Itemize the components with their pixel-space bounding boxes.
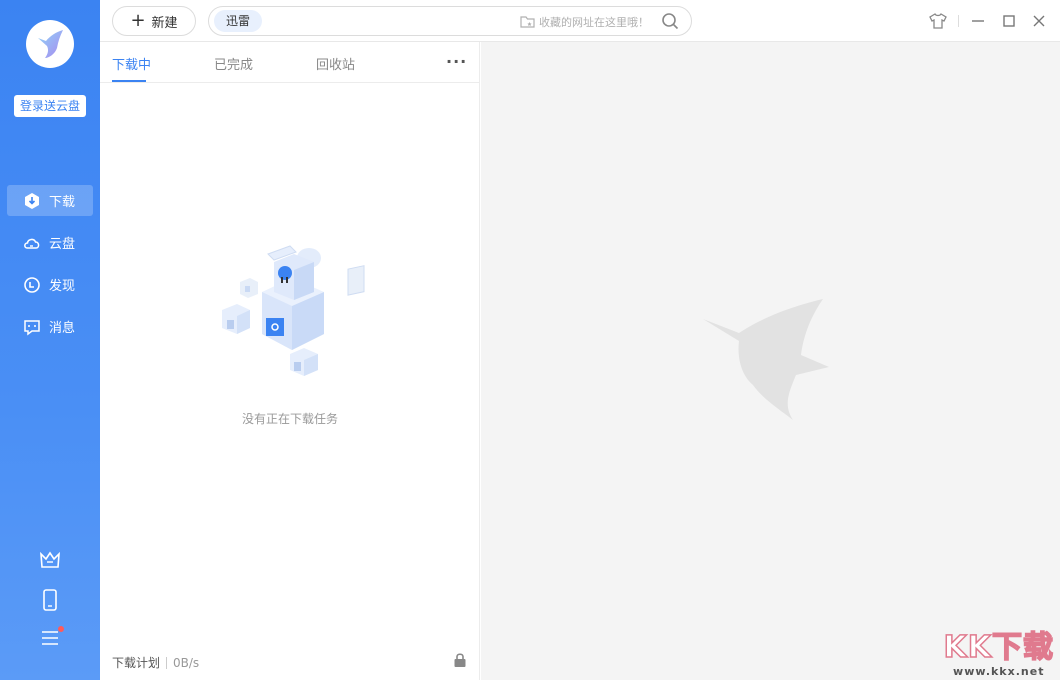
download-panel: 下载中 已完成 回收站 ··· 没有正在下载任务 下载计划 0B/s bbox=[100, 42, 480, 680]
nav-label-discover: 发现 bbox=[49, 279, 76, 294]
empty-state-text: 没有正在下载任务 bbox=[241, 412, 338, 426]
new-task-label: 新建 bbox=[151, 15, 178, 31]
watermark-title: KK下载 bbox=[943, 630, 1054, 666]
tab-downloading[interactable]: 下载中 bbox=[112, 54, 151, 73]
tab-completed[interactable]: 已完成 bbox=[214, 54, 253, 73]
search-icon[interactable] bbox=[661, 12, 679, 30]
avatar[interactable] bbox=[26, 20, 74, 68]
tab-recycle-bin[interactable]: 回收站 bbox=[316, 54, 355, 73]
cloud-icon bbox=[23, 234, 41, 252]
maximize-button[interactable] bbox=[999, 11, 1019, 31]
nav-item-download[interactable]: 下载 bbox=[7, 185, 93, 216]
vip-crown-button[interactable] bbox=[38, 548, 62, 572]
active-tab-indicator bbox=[112, 80, 146, 82]
tshirt-icon bbox=[929, 13, 947, 29]
sidebar: 登录送云盘 下载 云盘 发现 消息 bbox=[0, 0, 100, 680]
topbar: + 新建 迅雷 收藏的网址在这里哦！ bbox=[100, 0, 1060, 42]
search-hint[interactable]: 收藏的网址在这里哦！ bbox=[520, 14, 649, 30]
download-icon bbox=[23, 192, 41, 210]
download-speed: 0B/s bbox=[173, 655, 200, 670]
more-options-button[interactable]: ··· bbox=[446, 52, 467, 71]
main-menu-button[interactable] bbox=[38, 626, 64, 650]
mobile-button[interactable] bbox=[38, 588, 62, 612]
lock-icon[interactable] bbox=[453, 652, 467, 668]
window-controls-divider bbox=[958, 15, 959, 27]
nav-label-cloud: 云盘 bbox=[49, 237, 76, 252]
menu-icon bbox=[42, 631, 58, 645]
discover-icon bbox=[23, 276, 41, 294]
download-tabs: 下载中 已完成 回收站 ··· bbox=[100, 42, 480, 83]
detail-area: KK下载 www.kkx.net bbox=[481, 42, 1060, 680]
nav-item-message[interactable]: 消息 bbox=[7, 311, 93, 342]
search-bar[interactable]: 迅雷 收藏的网址在这里哦！ bbox=[208, 6, 692, 36]
watermark-url: www.kkx.net bbox=[953, 665, 1045, 678]
nav-item-cloud[interactable]: 云盘 bbox=[7, 227, 93, 258]
notification-dot bbox=[58, 626, 64, 632]
search-hint-text: 收藏的网址在这里哦！ bbox=[539, 16, 649, 29]
login-button[interactable]: 登录送云盘 bbox=[14, 95, 86, 117]
folder-star-icon bbox=[520, 16, 535, 28]
plus-icon: + bbox=[130, 10, 146, 31]
maximize-icon bbox=[1003, 15, 1015, 27]
minimize-icon bbox=[972, 20, 984, 22]
site-watermark: KK下载 www.kkx.net bbox=[943, 630, 1055, 678]
search-source-tag[interactable]: 迅雷 bbox=[214, 10, 263, 32]
minimize-button[interactable] bbox=[968, 11, 988, 31]
crown-icon bbox=[40, 551, 60, 568]
nav-label-download: 下载 bbox=[49, 195, 76, 210]
empty-state-illustration bbox=[222, 245, 365, 376]
close-icon bbox=[1033, 15, 1045, 27]
hummingbird-watermark-icon bbox=[703, 299, 829, 420]
hummingbird-logo-icon bbox=[38, 30, 63, 58]
phone-icon bbox=[43, 589, 57, 611]
footer-divider bbox=[166, 656, 168, 669]
close-button[interactable] bbox=[1029, 11, 1049, 31]
message-icon bbox=[23, 318, 41, 336]
skin-button[interactable] bbox=[928, 11, 948, 31]
nav-label-message: 消息 bbox=[49, 321, 76, 336]
panel-footer: 下载计划 0B/s bbox=[112, 654, 199, 671]
nav-item-discover[interactable]: 发现 bbox=[7, 269, 93, 300]
download-plan-link[interactable]: 下载计划 bbox=[112, 654, 160, 671]
new-task-button[interactable]: + 新建 bbox=[112, 6, 196, 36]
